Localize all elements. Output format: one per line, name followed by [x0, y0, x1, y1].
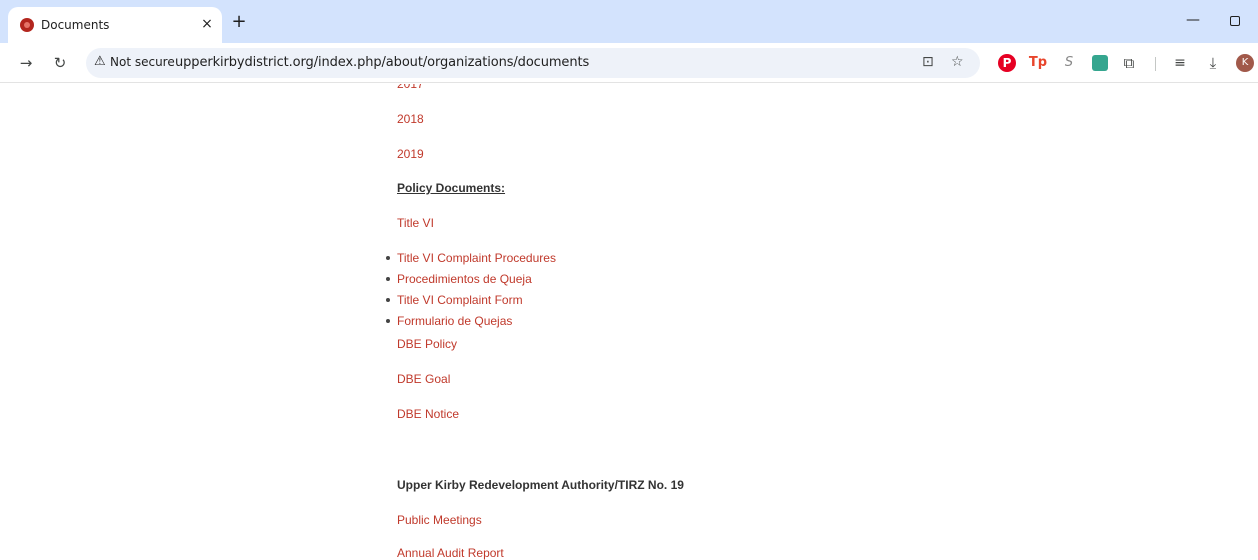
public-meetings-link[interactable]: Public Meetings [397, 513, 482, 527]
tab-close-button[interactable]: × [198, 15, 216, 33]
pinterest-icon[interactable]: P [998, 54, 1016, 72]
list-item[interactable]: Formulario de Quejas [386, 314, 556, 335]
formulario-de-quejas-link[interactable]: Formulario de Quejas [397, 314, 512, 328]
list-item[interactable]: Title VI Complaint Form [386, 293, 556, 314]
year-link-2019[interactable]: 2019 [397, 147, 424, 161]
browser-toolbar: → ↻ ⚠ Not secure upperkirbydistrict.org/… [0, 43, 1258, 83]
page-content: 2017 2018 2019 Policy Documents: Title V… [0, 84, 1258, 560]
dbe-notice-link[interactable]: DBE Notice [397, 407, 459, 421]
title-vi-complaint-form-link[interactable]: Title VI Complaint Form [397, 293, 523, 307]
dbe-goal-link[interactable]: DBE Goal [397, 372, 450, 386]
address-bar[interactable]: ⚠ Not secure upperkirbydistrict.org/inde… [86, 48, 980, 78]
forward-icon[interactable]: → [16, 53, 36, 73]
download-icon[interactable]: ⤓ [1203, 53, 1223, 73]
bullet-icon [386, 298, 390, 302]
list-item[interactable]: Title VI Complaint Procedures [386, 251, 556, 272]
tp-icon[interactable]: Tp [1028, 53, 1048, 73]
year-link-2018[interactable]: 2018 [397, 112, 424, 126]
site-favicon-icon [20, 18, 34, 32]
browser-tab[interactable]: Documents × [8, 7, 222, 43]
bullet-icon [386, 319, 390, 323]
bullet-icon [386, 256, 390, 260]
title-vi-complaint-procedures-link[interactable]: Title VI Complaint Procedures [397, 251, 556, 265]
grid-icon[interactable] [1092, 55, 1108, 71]
restore-button[interactable] [1230, 16, 1240, 26]
procedimientos-de-queja-link[interactable]: Procedimientos de Queja [397, 272, 532, 286]
tab-strip: Documents × + — [0, 0, 1258, 43]
dbe-policy-link[interactable]: DBE Policy [397, 337, 457, 351]
reading-list-icon[interactable]: ≡ [1170, 53, 1190, 73]
profile-avatar[interactable]: K [1236, 54, 1254, 72]
title-vi-list: Title VI Complaint Procedures Procedimie… [386, 251, 556, 335]
s-icon[interactable]: S [1062, 53, 1076, 73]
new-tab-button[interactable]: + [230, 13, 248, 31]
not-secure-label[interactable]: Not secure [110, 55, 175, 69]
warning-icon: ⚠ [94, 54, 106, 69]
bookmark-star-icon[interactable]: ☆ [951, 54, 964, 70]
url-text[interactable]: upperkirbydistrict.org/index.php/about/o… [175, 55, 589, 70]
puzzle-icon[interactable]: ⧉ [1119, 53, 1139, 73]
year-link-partial[interactable]: 2017 [397, 84, 424, 91]
list-item[interactable]: Procedimientos de Queja [386, 272, 556, 293]
policy-documents-heading: Policy Documents: [397, 181, 506, 195]
lens-icon[interactable]: ⊡ [922, 54, 934, 70]
tab-title: Documents [41, 18, 110, 32]
bullet-icon [386, 277, 390, 281]
authority-heading: Upper Kirby Redevelopment Authority/TIRZ… [397, 478, 684, 492]
reload-icon[interactable]: ↻ [50, 53, 70, 73]
annual-audit-report-link[interactable]: Annual Audit Report [397, 546, 504, 560]
title-vi-link[interactable]: Title VI [397, 216, 434, 230]
toolbar-divider [1155, 57, 1156, 71]
minimize-button[interactable]: — [1186, 12, 1200, 28]
